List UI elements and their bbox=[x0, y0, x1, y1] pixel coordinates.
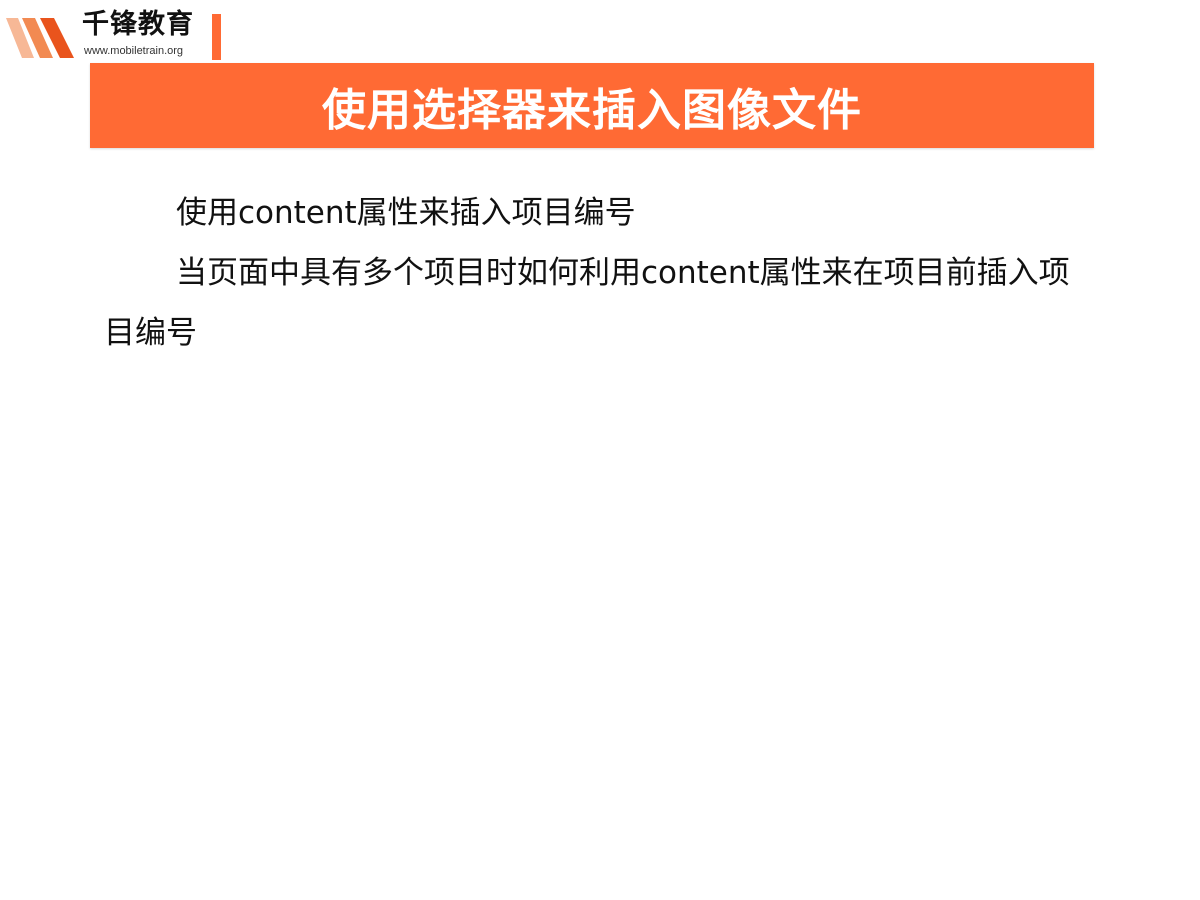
brand-accent-bar bbox=[212, 14, 221, 60]
logo-stripes-icon bbox=[6, 18, 74, 58]
slide-body: 使用content属性来插入项目编号 当页面中具有多个项目时如何利用conten… bbox=[104, 183, 1070, 363]
brand-url: www.mobiletrain.org bbox=[84, 45, 184, 57]
slide-title-banner: 使用选择器来插入图像文件 bbox=[90, 63, 1094, 148]
brand-name: 千锋教育 bbox=[82, 9, 194, 40]
paragraph-content-numbering: 使用content属性来插入项目编号 bbox=[176, 195, 636, 231]
paragraph-multiple-items: 当页面中具有多个项目时如何利用content属性来在项目前插入项目编号 bbox=[104, 255, 1070, 351]
slide-title: 使用选择器来插入图像文件 bbox=[322, 84, 862, 136]
brand-logo: 千锋教育 www.mobiletrain.org bbox=[0, 0, 230, 62]
